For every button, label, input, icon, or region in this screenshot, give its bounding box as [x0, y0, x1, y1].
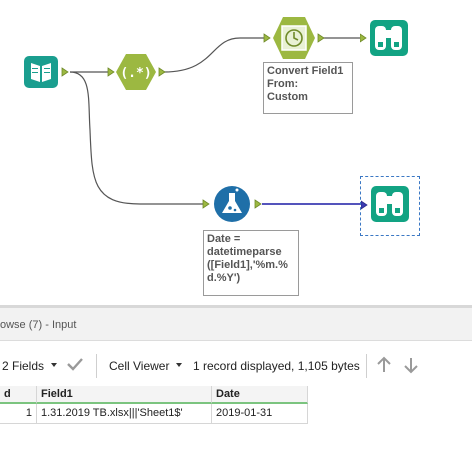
column-header-date[interactable]: Date — [212, 386, 308, 404]
browse-tool-top[interactable] — [359, 18, 410, 58]
book-icon — [24, 56, 69, 88]
chevron-down-icon[interactable] — [176, 363, 182, 367]
binoculars-icon — [359, 20, 408, 56]
cell-field1[interactable]: 1.31.2019 TB.xlsx|||'Sheet1$' — [37, 404, 212, 424]
results-pane: owse (7) - Input 2 Fields Cell Viewer 1 … — [0, 308, 472, 472]
arrow-up-icon[interactable] — [375, 355, 393, 380]
cell-viewer-selector[interactable]: Cell Viewer — [109, 359, 169, 373]
svg-text:(.*): (.*) — [120, 66, 151, 81]
datetime-annotation: Convert Field1 From: Custom — [263, 62, 353, 114]
results-toolbar: 2 Fields Cell Viewer 1 record displayed,… — [0, 342, 472, 386]
cell-date[interactable]: 2019-01-31 — [212, 404, 308, 424]
fields-selector[interactable]: 2 Fields — [2, 359, 44, 373]
flask-icon — [202, 186, 262, 222]
formula-tool[interactable] — [202, 184, 266, 226]
record-status: 1 record displayed, 1,105 bytes — [193, 359, 360, 373]
toolbar-divider — [366, 354, 367, 378]
wire-regex-to-datetime — [163, 37, 266, 73]
browse-tool-bottom-selected[interactable] — [360, 176, 420, 236]
arrow-down-icon[interactable] — [402, 355, 420, 380]
cell-record-number[interactable]: 1 — [0, 404, 37, 424]
input-data-tool[interactable] — [22, 54, 72, 90]
binoculars-icon — [360, 186, 409, 222]
workflow-canvas[interactable]: (.*) Convert Field1 From: Custom Date = … — [0, 0, 472, 305]
formula-annotation: Date = datetimeparse ([Field1],'%m.% d.%… — [203, 230, 299, 296]
results-header: owse (7) - Input — [0, 308, 472, 341]
column-header-field1[interactable]: Field1 — [37, 386, 212, 404]
datetime-tool[interactable] — [262, 16, 326, 60]
checkmark-icon[interactable] — [66, 356, 84, 377]
clock-icon — [263, 17, 325, 59]
toolbar-divider — [96, 354, 97, 378]
column-header-record[interactable]: d — [0, 386, 37, 404]
chevron-down-icon[interactable] — [51, 363, 57, 367]
regex-tool[interactable]: (.*) — [106, 52, 168, 92]
regex-icon: (.*) — [107, 54, 166, 90]
results-title: owse (7) - Input — [0, 319, 77, 331]
